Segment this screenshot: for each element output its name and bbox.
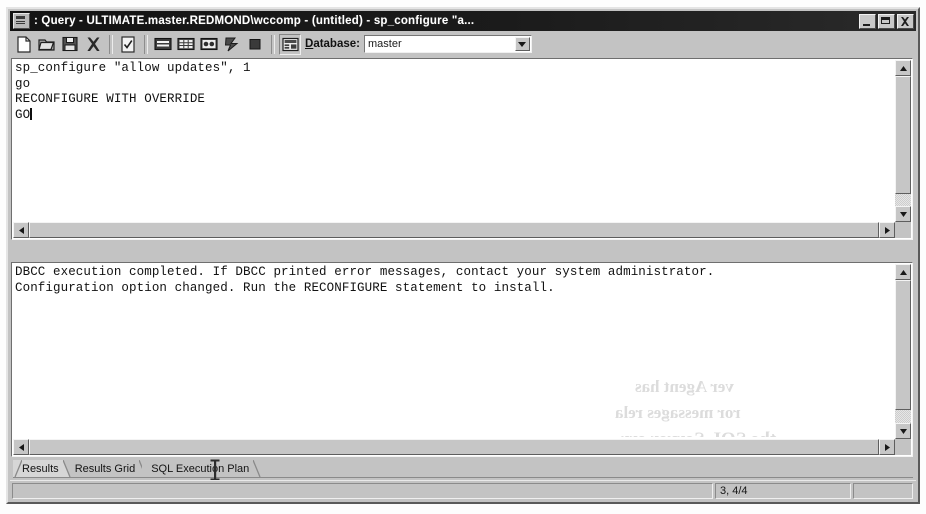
save-file-icon [62,36,78,52]
tab-edge [253,460,261,477]
chevron-down-icon [518,41,527,47]
scroll-left-button[interactable] [13,439,29,455]
results-output[interactable]: DBCC execution completed. If DBCC printe… [15,265,893,437]
tab-sql-execution-plan-label: SQL Execution Plan [151,462,250,475]
tab-sql-execution-plan[interactable]: SQL Execution Plan [142,460,261,477]
scan-bleed-artifact: ror messages rela [615,403,741,422]
tab-results-label: Results [22,462,59,475]
open-file-button[interactable] [36,33,58,55]
query-vertical-scroll-thumb[interactable] [895,76,911,194]
status-bar: 3, 4/4 [10,480,916,500]
execution-plan-button[interactable] [198,33,220,55]
scroll-up-button[interactable] [895,60,911,76]
query-window-icon [13,13,30,29]
toolbar-separator [109,34,113,54]
status-message [12,482,713,499]
query-line-text: GO [15,107,31,122]
query-line: sp_configure "allow updates", 1 [15,61,251,75]
scroll-left-arrow-icon [18,226,24,234]
parse-query-icon [121,35,135,53]
status-extra [853,482,913,499]
open-file-icon [38,39,55,51]
database-button[interactable] [279,33,301,55]
toolbar-separator [144,34,148,54]
scroll-down-arrow-icon [899,211,907,217]
query-horizontal-scroll-thumb[interactable] [29,222,879,238]
scroll-right-button[interactable] [879,439,895,455]
delete-icon [86,37,100,51]
tab-edge [14,460,22,477]
toolbar: Database: master [10,32,916,56]
close-icon [901,16,909,26]
results-vertical-scrollbar[interactable] [895,264,911,439]
scrollbar-corner [895,439,911,455]
scroll-down-button[interactable] [895,423,911,439]
results-text-button[interactable] [152,33,174,55]
title-bar: : Query - ULTIMATE.master.REDMOND\wccomp… [10,11,916,31]
new-query-icon [17,35,31,53]
client-area: sp_configure "allow updates", 1 go RECON… [10,56,916,502]
results-grid-button[interactable] [175,33,197,55]
scroll-left-button[interactable] [13,222,29,238]
text-caret [30,107,32,120]
minimize-button[interactable] [859,13,876,29]
query-vertical-scrollbar[interactable] [895,60,911,222]
scroll-right-arrow-icon [884,226,890,234]
tab-results-grid-label: Results Grid [74,462,136,475]
query-horizontal-scrollbar[interactable] [13,222,895,238]
close-button[interactable] [897,13,914,29]
query-editor-pane[interactable]: sp_configure "allow updates", 1 go RECON… [11,58,913,240]
maximize-button[interactable] [878,13,895,29]
execution-plan-icon [200,37,218,51]
status-cursor-position: 3, 4/4 [715,482,851,499]
query-line: RECONFIGURE WITH OVERRIDE [15,92,206,106]
query-editor[interactable]: sp_configure "allow updates", 1 go RECON… [15,61,893,220]
results-horizontal-scrollbar[interactable] [13,439,895,455]
window-controls [859,13,914,29]
scroll-down-button[interactable] [895,206,911,222]
parse-query-button[interactable] [117,33,139,55]
scan-bleed-artifact: the SQL Server err [621,429,776,437]
execute-query-icon [224,37,238,52]
query-analyzer-window: : Query - ULTIMATE.master.REDMOND\wccomp… [6,7,920,504]
scroll-right-button[interactable] [879,222,895,238]
results-text-icon [154,37,172,51]
tab-results-grid[interactable]: Results Grid [65,460,147,477]
scroll-up-arrow-icon [899,65,907,71]
scrollbar-corner [895,222,911,238]
results-grid-icon [177,37,195,51]
results-line: Configuration option changed. Run the RE… [15,280,555,295]
scroll-right-arrow-icon [884,443,890,451]
clear-window-button[interactable] [82,33,104,55]
execute-query-button[interactable] [221,33,243,55]
window-title: : Query - ULTIMATE.master.REDMOND\wccomp… [34,15,475,27]
database-icon [281,37,299,51]
tab-results[interactable]: Results [13,460,71,477]
scroll-down-arrow-icon [899,428,907,434]
results-horizontal-scroll-thumb[interactable] [29,439,879,455]
tab-edge [62,460,71,477]
results-vertical-scroll-thumb[interactable] [895,280,911,410]
toolbar-separator [271,34,275,54]
results-line: DBCC execution completed. If DBCC printe… [15,265,715,279]
database-label: Database: [305,38,360,50]
stop-query-icon [249,39,261,50]
database-combobox-arrow[interactable] [514,37,530,51]
database-combobox-value: master [367,38,402,50]
stop-query-button[interactable] [244,33,266,55]
new-query-button[interactable] [13,33,35,55]
database-combobox[interactable]: master [363,35,532,53]
scroll-left-arrow-icon [18,443,24,451]
scanned-page-background: : Query - ULTIMATE.master.REDMOND\wccomp… [0,0,926,514]
results-output-pane[interactable]: DBCC execution completed. If DBCC printe… [11,262,913,457]
save-query-button[interactable] [59,33,81,55]
query-line: go [15,76,31,91]
scroll-up-arrow-icon [899,269,907,275]
query-line-with-caret: GO [15,107,893,124]
scroll-up-button[interactable] [895,264,911,280]
results-tab-strip: Results Results Grid SQL Execution Plan [13,460,913,480]
tab-row: Results Results Grid SQL Execution Plan [13,460,261,480]
scan-bleed-artifact: ver Agent has [635,377,734,396]
